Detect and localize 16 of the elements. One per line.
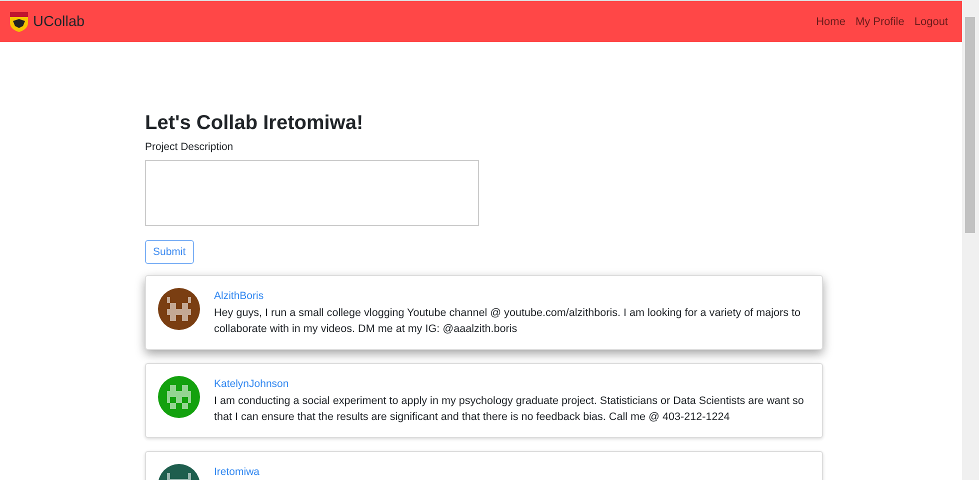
submit-button[interactable]: Submit bbox=[145, 240, 194, 264]
nav-link[interactable]: Home bbox=[816, 16, 846, 28]
scrollbar-thumb[interactable] bbox=[965, 17, 975, 233]
scrollbar[interactable] bbox=[962, 0, 979, 480]
shield-logo-icon bbox=[9, 10, 29, 32]
user-link[interactable]: Iretomiwa bbox=[214, 466, 260, 478]
post-text: I am conducting a social experiment to apply in my psychology graduate project. Statisticians or Data Scientists are want so that I can ensure that the results are significant and that there is no feedback bias. Call me @ 403-212-1224 bbox=[214, 394, 805, 425]
page-heading: Let's Collab Iretomiwa! bbox=[145, 112, 364, 135]
description-field[interactable] bbox=[145, 160, 479, 226]
nav-link[interactable]: Logout bbox=[914, 16, 948, 28]
field-label: Project Description bbox=[145, 141, 234, 153]
user-link[interactable]: AlzithBoris bbox=[214, 290, 264, 302]
nav-link[interactable]: My Profile bbox=[855, 16, 904, 28]
user-link[interactable]: KatelynJohnson bbox=[214, 378, 289, 390]
brand-link[interactable]: UCollab bbox=[9, 10, 85, 32]
post-text: Hey guys, I run a small college vlogging Youtube channel @ youtube.com/alzithboris. I am looking for a variety of majors to collaborate with in my videos. DM me at my IG: @aaalzith.boris bbox=[214, 306, 802, 337]
